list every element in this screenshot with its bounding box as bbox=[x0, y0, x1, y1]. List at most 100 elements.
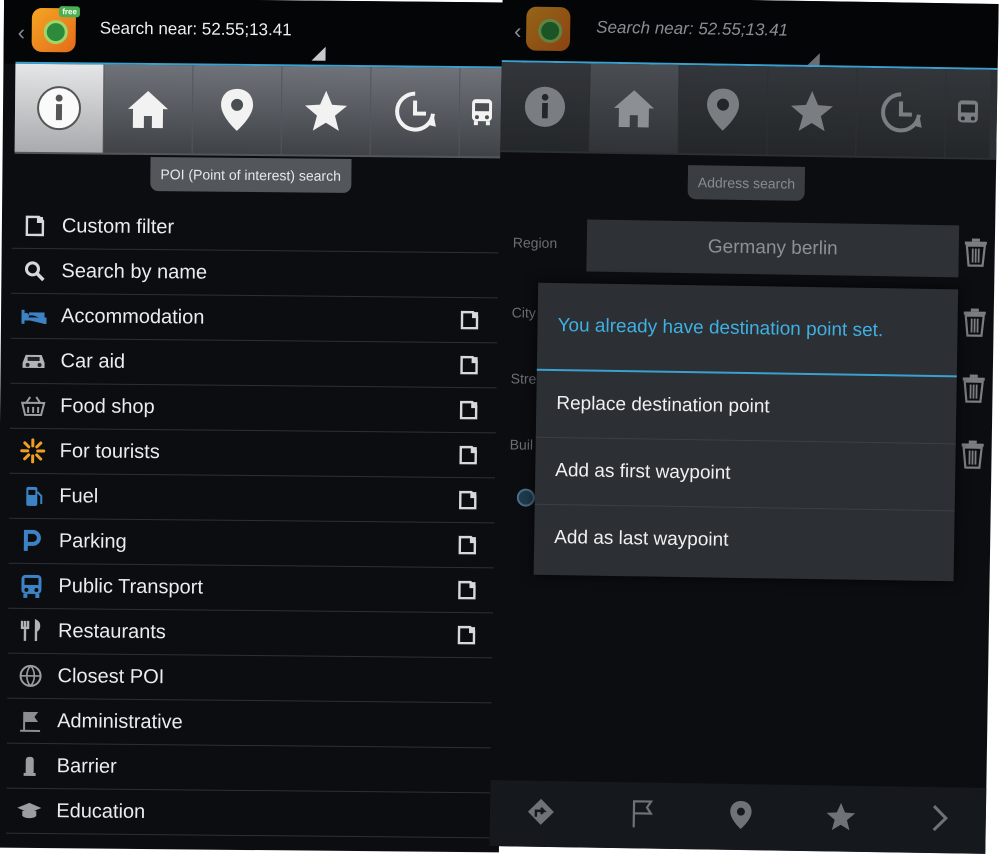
history-icon bbox=[395, 91, 436, 132]
info-icon bbox=[37, 86, 82, 131]
radio-button[interactable] bbox=[516, 488, 535, 507]
form-row-region: Region Germany berlin bbox=[510, 218, 995, 278]
list-item-food-shop[interactable]: Food shop bbox=[9, 383, 498, 434]
directions-icon[interactable] bbox=[526, 796, 557, 831]
list-item-custom-filter[interactable]: Custom filter bbox=[11, 203, 500, 254]
bus-icon bbox=[18, 573, 44, 599]
list-item-label: For tourists bbox=[59, 439, 160, 463]
poi-category-list: Custom filter Search by name Accommodati… bbox=[6, 203, 500, 839]
list-item-label: Administrative bbox=[57, 709, 183, 733]
tab-transport[interactable] bbox=[945, 69, 991, 158]
form-label: Region bbox=[512, 234, 558, 252]
dropdown-corner-icon[interactable] bbox=[311, 46, 326, 61]
list-item-barrier[interactable]: Barrier bbox=[6, 743, 494, 794]
list-item-search-by-name[interactable]: Search by name bbox=[11, 248, 499, 299]
cutlery-icon bbox=[18, 618, 44, 644]
list-item-label: Parking bbox=[58, 529, 127, 553]
free-badge: free bbox=[59, 6, 81, 18]
graduation-cap-icon bbox=[16, 798, 42, 824]
tab-info[interactable] bbox=[500, 62, 590, 152]
bus-icon bbox=[957, 100, 979, 123]
filter-icon[interactable] bbox=[457, 625, 477, 651]
trash-icon[interactable] bbox=[961, 307, 988, 342]
list-item-education[interactable]: Education bbox=[6, 788, 494, 839]
list-item-label: Fuel bbox=[59, 484, 99, 508]
history-icon bbox=[881, 92, 922, 133]
filter-icon[interactable] bbox=[459, 400, 479, 426]
list-item-fuel[interactable]: Fuel bbox=[9, 473, 497, 524]
chevron-right-icon[interactable] bbox=[929, 802, 950, 837]
list-item-accommodation[interactable]: Accommodation bbox=[10, 293, 499, 344]
tab-favorites[interactable] bbox=[767, 66, 857, 156]
right-screen: ‹ Search near: 52.55;13.41 Address searc… bbox=[489, 0, 999, 854]
search-near-label[interactable]: Search near: 52.55;13.41 bbox=[596, 18, 788, 41]
form-label: Buil bbox=[509, 436, 534, 453]
add-first-waypoint-option[interactable]: Add as first waypoint bbox=[534, 437, 956, 512]
replace-destination-option[interactable]: Replace destination point bbox=[535, 370, 957, 445]
list-item-label: Public Transport bbox=[58, 574, 204, 599]
form-label: City bbox=[511, 304, 536, 321]
location-pin-icon bbox=[221, 88, 254, 131]
search-tab-bar bbox=[500, 62, 998, 160]
tab-history[interactable] bbox=[370, 67, 460, 156]
location-pin-icon bbox=[707, 88, 740, 131]
filter-icon[interactable] bbox=[459, 355, 479, 381]
filter-icon bbox=[22, 213, 48, 239]
star-icon[interactable] bbox=[825, 801, 858, 836]
trash-icon[interactable] bbox=[960, 373, 987, 408]
action-bar: ‹ Search near: 52.55;13.41 bbox=[501, 0, 999, 70]
list-item-label: Education bbox=[56, 799, 146, 823]
list-item-label: Closest POI bbox=[57, 664, 165, 688]
list-item-restaurants[interactable]: Restaurants bbox=[7, 608, 496, 659]
globe-logo-icon bbox=[537, 18, 563, 44]
list-item-parking[interactable]: Parking bbox=[8, 518, 497, 569]
info-icon bbox=[524, 86, 566, 127]
bed-icon bbox=[21, 303, 47, 329]
filter-icon[interactable] bbox=[458, 490, 478, 516]
filter-icon[interactable] bbox=[457, 580, 477, 606]
tab-poi[interactable] bbox=[192, 65, 282, 155]
tab-address[interactable] bbox=[103, 64, 193, 154]
globe-logo-icon bbox=[43, 20, 68, 45]
app-logo[interactable] bbox=[525, 6, 571, 52]
list-item-closest-poi[interactable]: Closest POI bbox=[7, 653, 495, 704]
flag-icon[interactable] bbox=[628, 797, 657, 834]
home-icon bbox=[128, 91, 169, 129]
add-last-waypoint-option[interactable]: Add as last waypoint bbox=[534, 505, 955, 578]
trash-icon[interactable] bbox=[959, 439, 986, 474]
filter-icon[interactable] bbox=[459, 445, 479, 471]
tab-transport[interactable] bbox=[459, 68, 505, 157]
tab-address[interactable] bbox=[589, 63, 679, 153]
tab-info[interactable] bbox=[14, 63, 104, 153]
barrier-icon bbox=[17, 753, 43, 779]
home-icon bbox=[613, 90, 654, 128]
tab-poi[interactable] bbox=[678, 64, 768, 155]
list-item-public-transport[interactable]: Public Transport bbox=[8, 563, 496, 614]
action-bar: ‹ free Search near: 52.55;13.41 bbox=[3, 0, 508, 69]
car-icon bbox=[20, 348, 46, 374]
list-item-car-aid[interactable]: Car aid bbox=[10, 338, 498, 389]
parking-icon bbox=[19, 528, 45, 554]
list-item-label: Restaurants bbox=[57, 619, 166, 643]
back-chevron-icon[interactable]: ‹ bbox=[18, 20, 26, 46]
list-item-administrative[interactable]: Administrative bbox=[6, 698, 495, 749]
back-chevron-icon[interactable]: ‹ bbox=[514, 18, 522, 44]
star-icon bbox=[305, 90, 348, 131]
trash-icon[interactable] bbox=[962, 237, 989, 272]
tooltip-address-search: Address search bbox=[687, 165, 806, 201]
form-label: Stre bbox=[510, 370, 537, 387]
tab-favorites[interactable] bbox=[281, 66, 371, 156]
fuel-icon bbox=[19, 483, 45, 509]
tab-history[interactable] bbox=[856, 67, 946, 158]
app-logo[interactable]: free bbox=[31, 6, 81, 53]
sunburst-icon bbox=[20, 438, 46, 464]
destination-dialog: You already have destination point set. … bbox=[533, 282, 959, 582]
filter-icon[interactable] bbox=[460, 310, 480, 336]
region-field[interactable]: Germany berlin bbox=[586, 219, 960, 278]
filter-icon[interactable] bbox=[458, 535, 478, 561]
list-item-for-tourists[interactable]: For tourists bbox=[9, 428, 497, 479]
basket-icon bbox=[20, 393, 46, 419]
star-icon bbox=[791, 91, 834, 132]
location-pin-icon[interactable] bbox=[729, 798, 754, 835]
search-near-label[interactable]: Search near: 52.55;13.41 bbox=[100, 19, 292, 41]
